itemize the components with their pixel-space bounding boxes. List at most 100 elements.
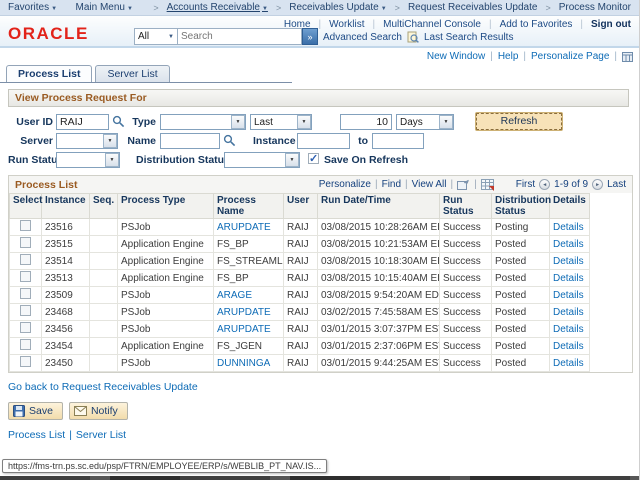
- cell-run-status: Success: [440, 321, 492, 338]
- name-input[interactable]: [160, 133, 220, 149]
- chevron-down-icon: ▼: [110, 157, 115, 163]
- search-go-button[interactable]: »: [302, 28, 318, 45]
- breadcrumb-main-menu[interactable]: Main Menu▼: [76, 2, 133, 13]
- header-link-add-to-favorites[interactable]: Add to Favorites: [500, 19, 573, 30]
- chevron-down-icon: ▼: [444, 119, 449, 125]
- user-id-input[interactable]: [56, 114, 109, 130]
- refresh-button[interactable]: Refresh: [476, 113, 562, 130]
- process-name-link[interactable]: ARAGE: [217, 290, 252, 301]
- footer-process-list-link[interactable]: Process List: [8, 429, 65, 441]
- cell-process-name: ARUPDATE: [214, 321, 284, 338]
- table-row: 23516PSJobARUPDATERAIJ03/08/2015 10:28:2…: [10, 219, 590, 236]
- cell-run-status: Success: [440, 304, 492, 321]
- last-search-results-icon: [407, 31, 419, 43]
- cell-run-status: Success: [440, 338, 492, 355]
- process-name-link[interactable]: DUNNINGA: [217, 358, 270, 369]
- header-link-home[interactable]: Home: [284, 19, 311, 30]
- row-select-checkbox[interactable]: [20, 237, 31, 248]
- cell-run-status: Success: [440, 253, 492, 270]
- row-select-checkbox[interactable]: [20, 220, 31, 231]
- personalize-link[interactable]: Personalize: [319, 179, 371, 190]
- personalize-page-link[interactable]: Personalize Page: [531, 51, 609, 62]
- details-link[interactable]: Details: [553, 273, 584, 284]
- new-window-link[interactable]: New Window: [427, 51, 485, 62]
- instance-to-input[interactable]: [372, 133, 424, 149]
- chevron-down-icon: ▼: [302, 119, 307, 125]
- details-link[interactable]: Details: [553, 341, 584, 352]
- last-link[interactable]: Last: [607, 179, 626, 190]
- run-status-select[interactable]: ▼: [56, 152, 120, 168]
- days-unit-select[interactable]: Days▼: [396, 114, 454, 130]
- distribution-status-label: Distribution Status: [136, 154, 220, 166]
- details-link[interactable]: Details: [553, 307, 584, 318]
- save-on-refresh-checkbox[interactable]: [308, 153, 319, 164]
- name-lookup-icon[interactable]: [223, 134, 236, 147]
- type-select[interactable]: ▼: [160, 114, 246, 130]
- save-button[interactable]: Save: [8, 402, 63, 420]
- row-select-checkbox[interactable]: [20, 356, 31, 367]
- process-name-link[interactable]: ARUPDATE: [217, 324, 271, 335]
- cell-distribution-status: Posted: [492, 304, 550, 321]
- table-row: 23454Application EngineFS_JGENRAIJ03/01/…: [10, 338, 590, 355]
- notify-button[interactable]: Notify: [69, 402, 128, 420]
- cell-run-datetime: 03/01/2015 3:07:37PM EST: [318, 321, 440, 338]
- grid-row-range: 1-9 of 9: [554, 179, 588, 190]
- cell-seq: [90, 304, 118, 321]
- tab-server-list[interactable]: Server List: [95, 65, 169, 82]
- zoom-grid-icon[interactable]: [457, 179, 470, 190]
- header-link-multichannel-console[interactable]: MultiChannel Console: [383, 19, 481, 30]
- instance-from-input[interactable]: [297, 133, 350, 149]
- cell-details: Details: [550, 236, 590, 253]
- row-select-checkbox[interactable]: [20, 254, 31, 265]
- view-all-link[interactable]: View All: [412, 179, 447, 190]
- search-scope-select[interactable]: All▼: [134, 28, 178, 45]
- download-spreadsheet-icon[interactable]: [481, 179, 494, 191]
- details-link[interactable]: Details: [553, 222, 584, 233]
- go-back-link[interactable]: Go back to Request Receivables Update: [8, 381, 198, 393]
- last-select[interactable]: Last▼: [250, 114, 312, 130]
- cell-user: RAIJ: [284, 287, 318, 304]
- footer-server-list-link[interactable]: Server List: [76, 429, 126, 441]
- breadcrumb-item-accounts-receivable[interactable]: Accounts Receivable▼: [167, 2, 268, 13]
- advanced-search-link[interactable]: Advanced Search: [323, 32, 402, 43]
- days-count-input[interactable]: [340, 114, 392, 130]
- details-link[interactable]: Details: [553, 290, 584, 301]
- process-name-text: FS_BP: [217, 239, 249, 250]
- find-link[interactable]: Find: [382, 179, 401, 190]
- process-name-link[interactable]: ARUPDATE: [217, 222, 271, 233]
- row-select-checkbox[interactable]: [20, 305, 31, 316]
- details-link[interactable]: Details: [553, 358, 584, 369]
- header-link-worklist[interactable]: Worklist: [329, 19, 364, 30]
- global-search: All▼ »: [134, 28, 318, 45]
- details-link[interactable]: Details: [553, 256, 584, 267]
- copy-url-icon[interactable]: [622, 52, 633, 62]
- previous-page-button[interactable]: ◄: [539, 179, 550, 190]
- next-page-button[interactable]: ►: [592, 179, 603, 190]
- search-input[interactable]: [178, 28, 302, 45]
- tab-bar: Process List Server List: [0, 63, 292, 83]
- first-link[interactable]: First: [516, 179, 535, 190]
- breadcrumb-item-receivables-update[interactable]: Receivables Update▼: [289, 2, 386, 13]
- app-header: ORACLE All▼ » Home | Worklist | MultiCha…: [0, 16, 639, 48]
- cell-details: Details: [550, 355, 590, 372]
- help-link[interactable]: Help: [498, 51, 519, 62]
- breadcrumb-favorites[interactable]: Favorites▼: [8, 2, 57, 13]
- col-instance: Instance: [42, 194, 90, 219]
- sign-out-link[interactable]: Sign out: [591, 19, 631, 30]
- details-link[interactable]: Details: [553, 324, 584, 335]
- breadcrumb-separator-icon: >: [395, 3, 400, 13]
- row-select-checkbox[interactable]: [20, 288, 31, 299]
- cell-select: [10, 236, 42, 253]
- breadcrumb-item-request-receivables-update[interactable]: Request Receivables Update: [408, 2, 538, 13]
- distribution-status-select[interactable]: ▼: [224, 152, 300, 168]
- process-name-link[interactable]: ARUPDATE: [217, 307, 271, 318]
- cell-details: Details: [550, 321, 590, 338]
- chevron-down-icon: ▼: [127, 6, 133, 12]
- tab-process-list[interactable]: Process List: [6, 65, 92, 82]
- col-user: User: [284, 194, 318, 219]
- row-select-checkbox[interactable]: [20, 322, 31, 333]
- details-link[interactable]: Details: [553, 239, 584, 250]
- row-select-checkbox[interactable]: [20, 339, 31, 350]
- row-select-checkbox[interactable]: [20, 271, 31, 282]
- last-search-results-link[interactable]: Last Search Results: [424, 32, 514, 43]
